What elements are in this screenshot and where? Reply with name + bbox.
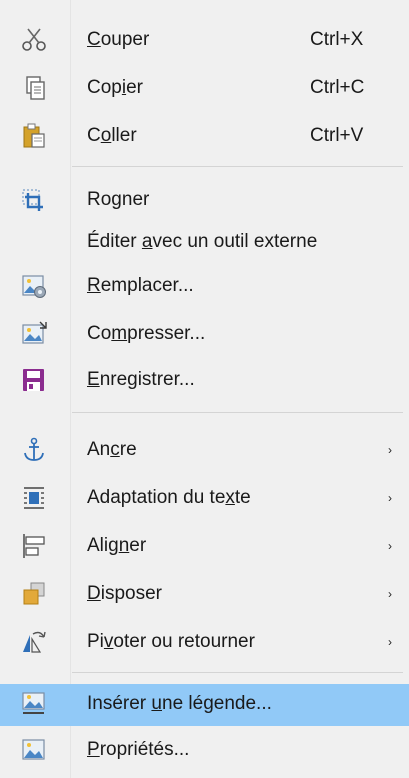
submenu-arrow-icon: › <box>388 587 392 601</box>
menu-item-label: Ancre <box>87 439 137 460</box>
menu-item-label: Éditer avec un outil externe <box>87 231 318 252</box>
menu-item-label: Enregistrer... <box>87 369 195 390</box>
menu-item-label: Pivoter ou retourner <box>87 631 255 652</box>
copy-icon <box>20 75 48 101</box>
menu-item-enregistrer[interactable]: Enregistrer... <box>0 360 409 400</box>
menu-item-rogner[interactable]: Rogner <box>0 180 409 220</box>
paste-icon <box>20 123 48 149</box>
menu-item-label: Adaptation du texte <box>87 487 251 508</box>
menu-item-label: Aligner <box>87 535 147 556</box>
submenu-arrow-icon: › <box>388 539 392 553</box>
menu-item-inserer-legende[interactable]: Insérer une légende... <box>0 684 409 726</box>
menu-item-ancre[interactable]: Ancre › <box>0 430 409 470</box>
submenu-arrow-icon: › <box>388 635 392 649</box>
menu-item-compresser[interactable]: Compresser... <box>0 314 409 354</box>
menu-item-editer-outil-externe[interactable]: Éditer avec un outil externe <box>0 222 409 262</box>
context-menu: Couper Ctrl+X Copier Ctrl+C Coller Ctrl+… <box>0 0 409 778</box>
menu-item-label: Remplacer... <box>87 275 194 296</box>
arrange-icon <box>20 581 48 607</box>
menu-item-remplacer[interactable]: Remplacer... <box>0 266 409 306</box>
menu-item-coller[interactable]: Coller Ctrl+V <box>0 116 409 156</box>
replace-image-icon <box>20 273 48 299</box>
menu-item-aligner[interactable]: Aligner › <box>0 526 409 566</box>
menu-item-label: Couper <box>87 29 150 50</box>
text-wrap-icon <box>20 485 48 511</box>
menu-item-disposer[interactable]: Disposer › <box>0 574 409 614</box>
menu-separator <box>72 672 403 673</box>
compress-image-icon <box>20 321 48 347</box>
menu-item-label: Compresser... <box>87 323 206 344</box>
save-icon <box>20 367 48 393</box>
menu-item-label: Insérer une légende... <box>87 693 272 714</box>
rotate-flip-icon <box>20 629 48 655</box>
menu-item-label: Propriétés... <box>87 739 190 760</box>
menu-item-couper[interactable]: Couper Ctrl+X <box>0 20 409 60</box>
menu-item-label: Coller <box>87 125 137 146</box>
submenu-arrow-icon: › <box>388 443 392 457</box>
menu-item-label: Copier <box>87 77 143 98</box>
shortcut-text: Ctrl+V <box>310 125 364 146</box>
menu-item-proprietes[interactable]: Propriétés... <box>0 730 409 770</box>
properties-icon <box>20 737 48 763</box>
crop-icon <box>20 187 48 213</box>
menu-item-label: Rogner <box>87 189 150 210</box>
insert-caption-icon <box>20 691 48 717</box>
shortcut-text: Ctrl+C <box>310 77 365 98</box>
menu-item-pivoter-retourner[interactable]: Pivoter ou retourner › <box>0 622 409 662</box>
menu-item-copier[interactable]: Copier Ctrl+C <box>0 68 409 108</box>
shortcut-text: Ctrl+X <box>310 29 364 50</box>
menu-item-adaptation-texte[interactable]: Adaptation du texte › <box>0 478 409 518</box>
menu-separator <box>72 166 403 167</box>
scissors-icon <box>20 27 48 53</box>
menu-separator <box>72 412 403 413</box>
submenu-arrow-icon: › <box>388 491 392 505</box>
menu-item-label: Disposer <box>87 583 162 604</box>
align-icon <box>20 533 48 559</box>
anchor-icon <box>20 437 48 463</box>
